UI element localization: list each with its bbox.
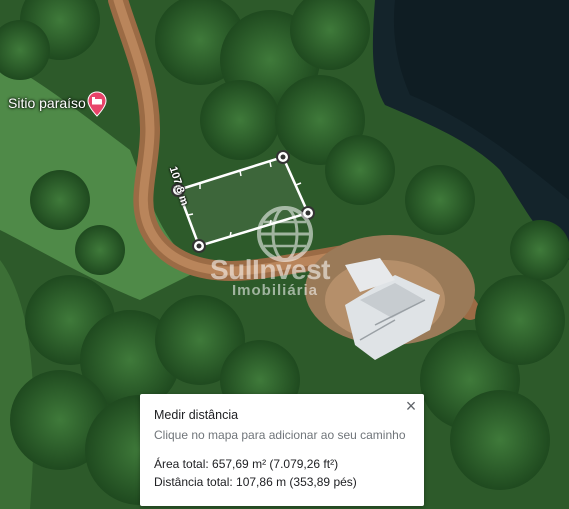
close-button[interactable]: × bbox=[402, 397, 420, 415]
total-distance: Distância total: 107,86 m (353,89 pés) bbox=[154, 475, 357, 489]
place-label[interactable]: Sitio paraíso bbox=[8, 95, 86, 111]
measure-vertex[interactable] bbox=[276, 150, 290, 164]
panel-hint: Clique no mapa para adicionar ao seu cam… bbox=[154, 428, 406, 442]
measure-vertex[interactable] bbox=[192, 239, 206, 253]
watermark-logo: SulInvest Imobiliária bbox=[210, 198, 360, 308]
watermark-subtitle: Imobiliária bbox=[232, 282, 319, 299]
hotel-bed-icon[interactable] bbox=[87, 91, 107, 117]
panel-title: Medir distância bbox=[154, 408, 239, 422]
measure-distance-panel: × Medir distância Clique no mapa para ad… bbox=[140, 394, 424, 506]
total-area: Área total: 657,69 m² (7.079,26 ft²) bbox=[154, 457, 339, 471]
globe-icon bbox=[257, 206, 313, 262]
